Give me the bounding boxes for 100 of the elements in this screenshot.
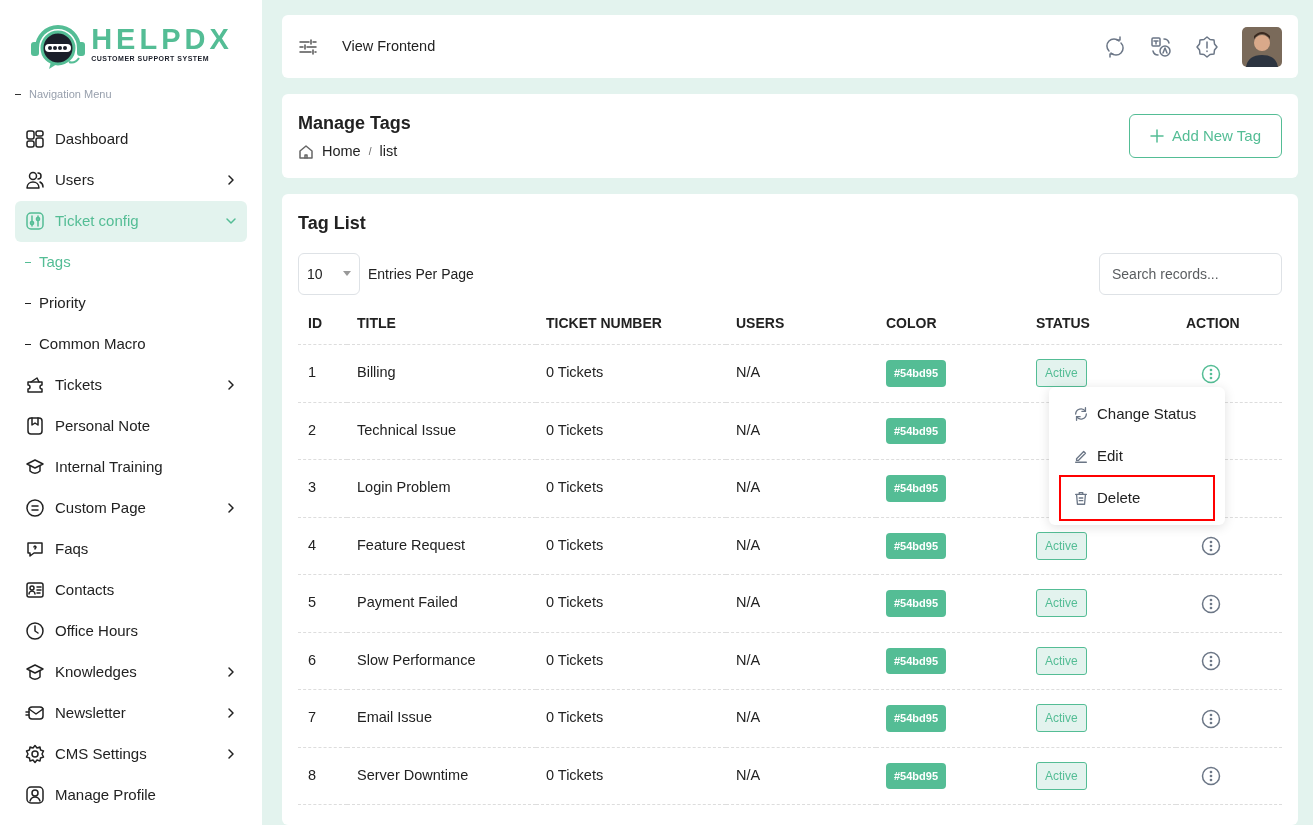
status-tag: Active (1036, 359, 1087, 388)
id-cell: 3 (298, 459, 347, 517)
entries-select[interactable]: 10 (298, 253, 360, 295)
id-cell: 1 (298, 344, 347, 402)
more-options-icon[interactable] (1201, 766, 1221, 787)
ticket-count-cell: 0 Tickets (536, 402, 726, 460)
users-cell: N/A (726, 402, 876, 460)
avatar[interactable] (1242, 26, 1282, 67)
users-cell: N/A (726, 344, 876, 402)
more-options-icon[interactable] (1201, 593, 1221, 614)
ticket-count-cell: 0 Tickets (536, 747, 726, 805)
more-options-icon[interactable] (1201, 651, 1221, 672)
sidebar-item[interactable]: Tickets (15, 364, 247, 406)
sidebar-item[interactable]: Knowledges (15, 651, 247, 693)
column-header: COLOR (876, 303, 1026, 345)
refresh-icon (1073, 406, 1089, 422)
sidebar-item[interactable]: Manage Profile (15, 774, 247, 816)
sliders-icon (25, 211, 45, 231)
users-cell: N/A (726, 689, 876, 747)
sidebar-item[interactable]: Custom Page (15, 487, 247, 529)
color-tag: #54bd95 (886, 417, 947, 444)
id-cell: 8 (298, 747, 347, 805)
status-tag: Active (1036, 704, 1087, 733)
gear-icon (25, 744, 45, 764)
more-options-icon[interactable] (1201, 708, 1221, 729)
search-field[interactable]: Search records... (1099, 253, 1282, 295)
breadcrumb-separator: / (368, 145, 372, 159)
home-icon (298, 143, 314, 160)
title-cell: Payment Failed (347, 574, 536, 632)
user-square-icon (25, 785, 45, 805)
ticket-count-cell: 0 Tickets (536, 459, 726, 517)
sync-icon[interactable] (1104, 35, 1126, 58)
sidebar-item[interactable]: Newsletter (15, 692, 247, 734)
column-header: ACTION (1176, 303, 1282, 345)
column-header: TITLE (347, 303, 536, 345)
entries-label: Entries Per Page (368, 264, 474, 284)
submenu-item[interactable]: Common Macro (15, 323, 247, 365)
title-cell: Email Issue (347, 689, 536, 747)
view-frontend-link[interactable]: View Frontend (342, 35, 436, 58)
color-tag: #54bd95 (886, 705, 947, 732)
title-cell: Slow Performance (347, 632, 536, 690)
sidebar-item[interactable]: Dashboard (15, 118, 247, 160)
breadcrumb-current: list (379, 141, 398, 161)
color-tag: #54bd95 (886, 475, 947, 502)
translate-icon[interactable] (1150, 35, 1172, 58)
id-cell: 4 (298, 517, 347, 575)
grid-icon (25, 129, 45, 149)
brand-name: HELPDX (91, 25, 233, 55)
color-tag: #54bd95 (886, 647, 947, 674)
menu-item[interactable]: Change Status (1061, 393, 1213, 435)
trash-icon (1073, 490, 1089, 506)
ticket-count-cell: 0 Tickets (536, 689, 726, 747)
sidebar-item[interactable]: Office Hours (15, 610, 247, 652)
ticket-count-cell: 0 Tickets (536, 632, 726, 690)
users-icon (25, 170, 45, 190)
status-tag: Active (1036, 761, 1087, 790)
submenu-item[interactable]: Priority (15, 282, 247, 324)
caret-icon (343, 271, 351, 277)
title-cell: Login Problem (347, 459, 536, 517)
more-options-icon[interactable] (1201, 363, 1221, 384)
title-cell: Billing (347, 344, 536, 402)
nav-heading: Navigation Menu (29, 87, 112, 102)
title-cell: Server Downtime (347, 747, 536, 805)
color-tag: #54bd95 (886, 532, 947, 559)
ticket-count-cell: 0 Tickets (536, 517, 726, 575)
title-cell: Technical Issue (347, 402, 536, 460)
id-cell: 2 (298, 402, 347, 460)
users-cell: N/A (726, 459, 876, 517)
more-options-icon[interactable] (1201, 536, 1221, 557)
sidebar-item[interactable]: Internal Training (15, 446, 247, 488)
menu-item[interactable]: Edit (1061, 435, 1213, 477)
sidebar-item[interactable]: Personal Note (15, 405, 247, 447)
sidebar-item[interactable]: Faqs (15, 528, 247, 570)
status-tag: Active (1036, 531, 1087, 560)
menu-item[interactable]: Delete (1061, 477, 1213, 519)
section-title: Tag List (298, 212, 367, 235)
graduation-cap-icon (25, 457, 45, 477)
sidebar-item[interactable]: CMS Settings (15, 733, 247, 775)
users-cell: N/A (726, 517, 876, 575)
ticket-icon (25, 375, 45, 395)
plus-icon (1150, 129, 1165, 143)
sidebar-item[interactable]: Users (15, 159, 247, 201)
id-cell: 6 (298, 632, 347, 690)
users-cell: N/A (726, 747, 876, 805)
settings-sliders-icon[interactable] (298, 36, 318, 57)
column-header: STATUS (1026, 303, 1176, 345)
sidebar-item[interactable]: Contacts (15, 569, 247, 611)
column-header: ID (298, 303, 347, 345)
status-tag: Active (1036, 646, 1087, 675)
status-tag: Active (1036, 589, 1087, 618)
bookmark-icon (25, 416, 45, 436)
color-tag: #54bd95 (886, 590, 947, 617)
alert-badge-icon[interactable] (1196, 35, 1218, 58)
color-tag: #54bd95 (886, 762, 947, 789)
title-cell: Feature Request (347, 517, 536, 575)
color-tag: #54bd95 (886, 360, 947, 387)
column-header: TICKET NUMBER (536, 303, 726, 345)
breadcrumb-link[interactable]: Home (322, 140, 361, 163)
page-title: Manage Tags (298, 111, 411, 135)
column-header: USERS (726, 303, 876, 345)
